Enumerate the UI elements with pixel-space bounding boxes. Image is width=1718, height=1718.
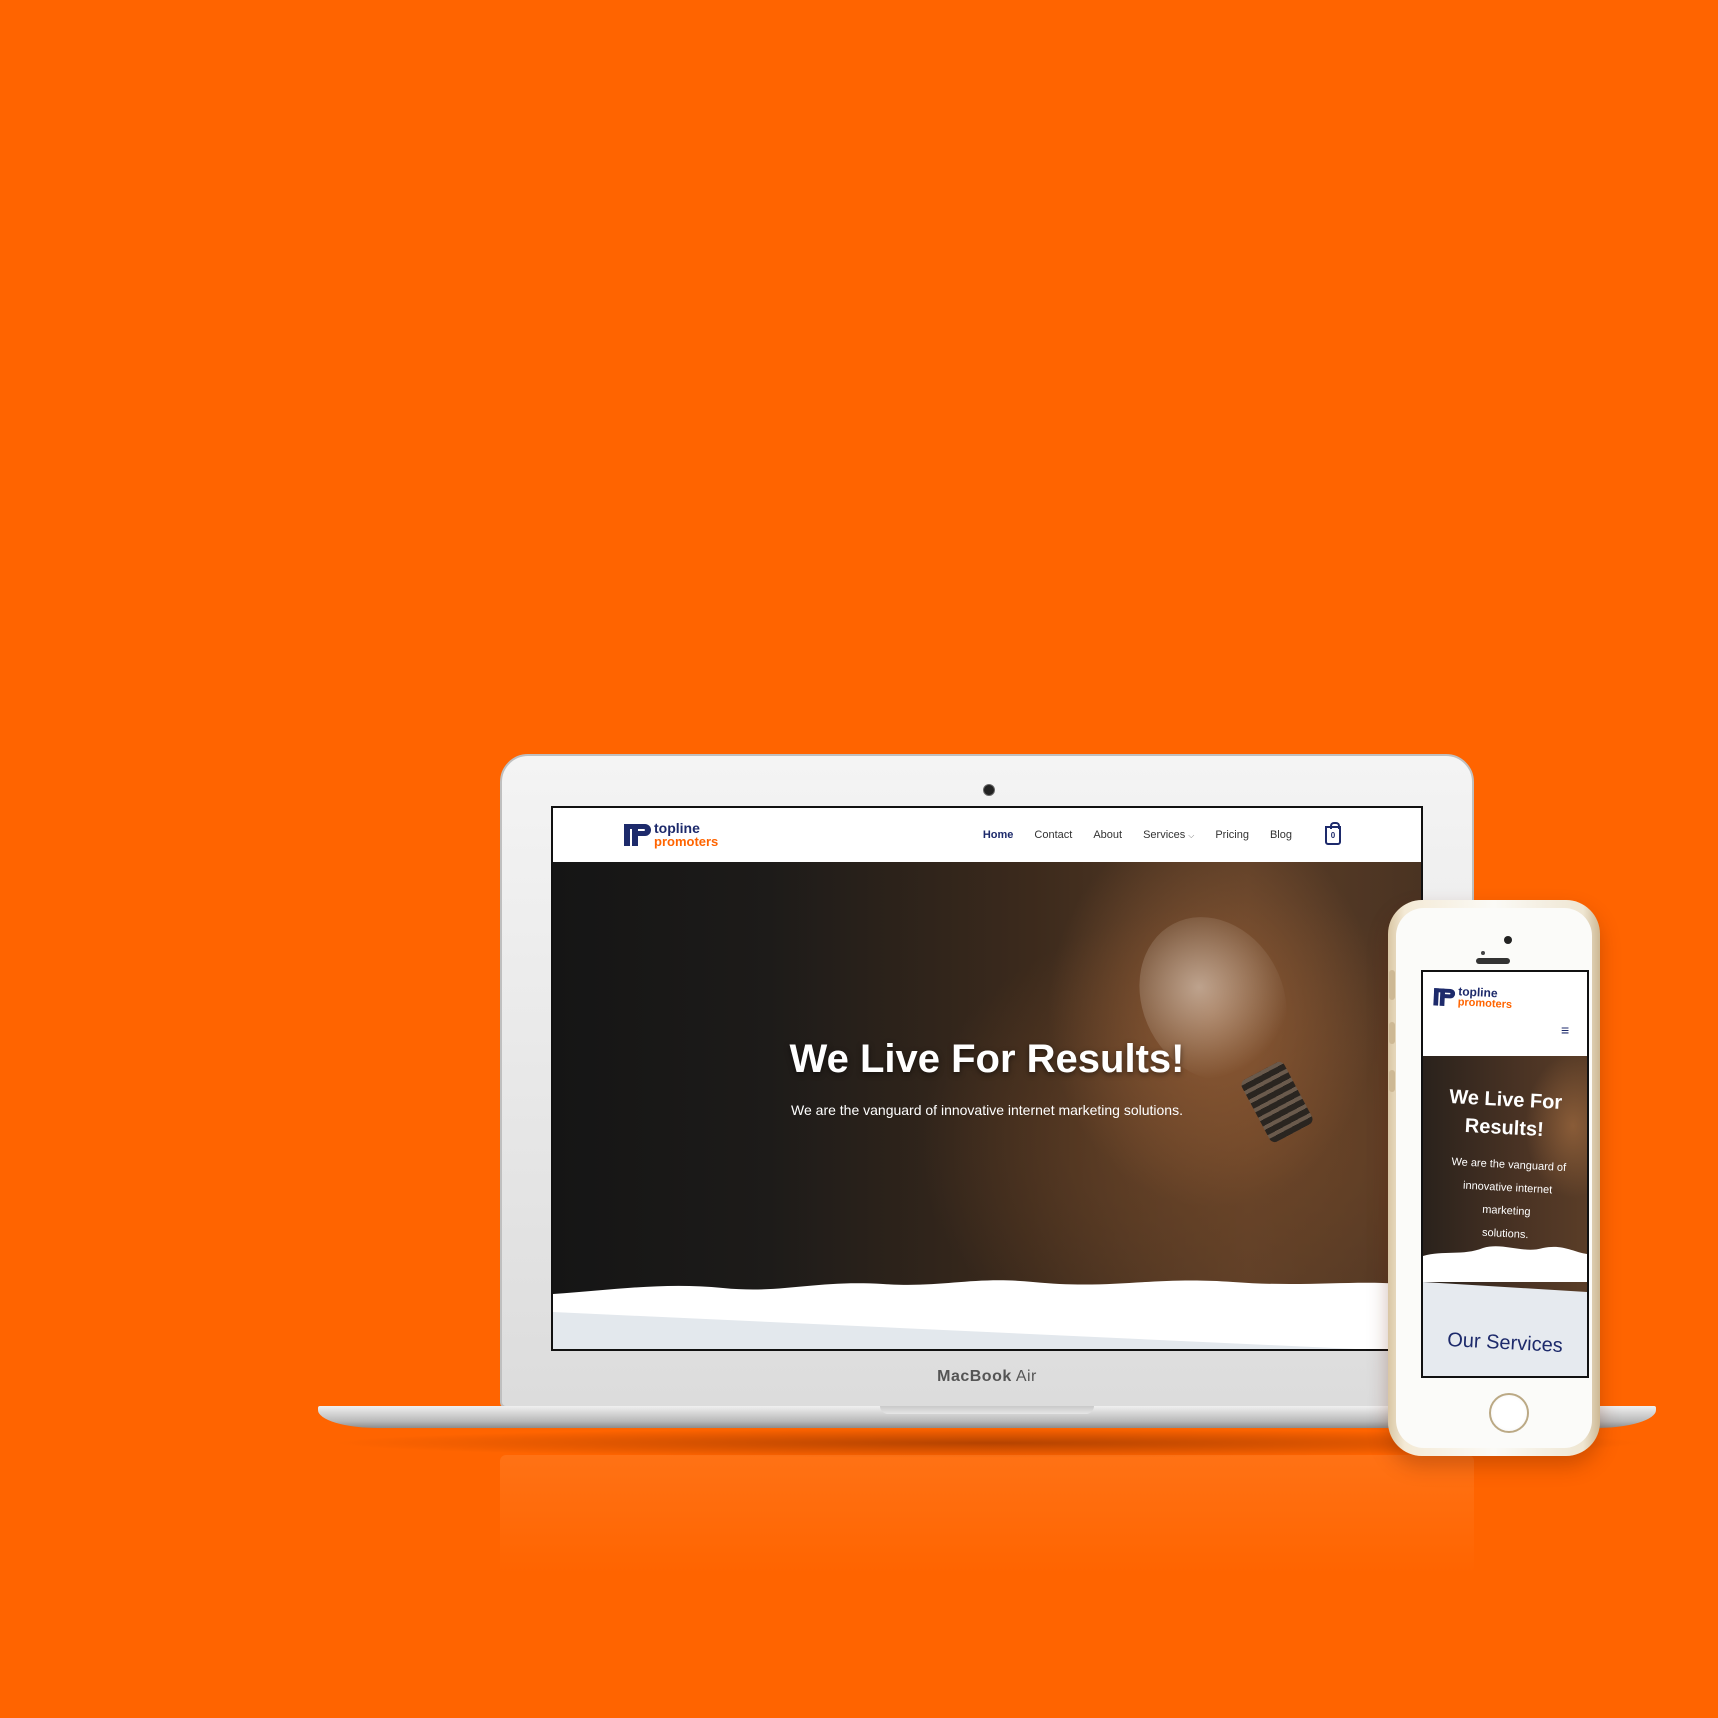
laptop-base-notch (880, 1406, 1094, 1414)
laptop-brand-light: Air (1011, 1368, 1037, 1385)
nav-about[interactable]: About (1093, 829, 1122, 841)
phone-volume-up-button (1389, 1022, 1395, 1044)
logo-mark-icon (623, 820, 651, 848)
phone-home-button (1489, 1393, 1529, 1433)
laptop-reflection (500, 1455, 1474, 1575)
phone-volume-down-button (1389, 1070, 1395, 1092)
nav-blog[interactable]: Blog (1270, 829, 1292, 841)
phone-sensor (1481, 951, 1485, 955)
mobile-header: topline promoters ≡ (1423, 972, 1587, 1056)
mobile-hero-sub-line2: innovative internet marketing (1462, 1179, 1553, 1219)
nav-services-label: Services (1143, 829, 1186, 841)
logo-line2: promoters (654, 833, 719, 849)
laptop-camera (983, 784, 995, 796)
site-header: topline promoters Home Contact About Ser… (553, 808, 1421, 862)
laptop-brand-label: MacBook Air (500, 1368, 1474, 1386)
main-nav: Home Contact About Services ⌵ Pricing Blo… (983, 808, 1341, 862)
hero-subtitle: We are the vanguard of innovative intern… (791, 1102, 1183, 1118)
mobile-logo-mark-icon (1432, 984, 1456, 1007)
mobile-hero-title: We Live For Results! (1423, 1082, 1587, 1147)
laptop-brand-bold: MacBook (937, 1368, 1012, 1385)
cart-count: 0 (1330, 830, 1336, 840)
hero-section: We Live For Results! We are the vanguard… (553, 862, 1421, 1349)
nav-pricing[interactable]: Pricing (1215, 829, 1249, 841)
site-logo[interactable]: topline promoters (623, 820, 718, 848)
chevron-down-icon: ⌵ (1188, 831, 1195, 840)
phone-speaker (1476, 958, 1510, 964)
nav-services[interactable]: Services ⌵ (1143, 829, 1194, 841)
logo-line1: topline (654, 819, 700, 836)
hero-title: We Live For Results! (789, 1037, 1185, 1081)
phone-mute-switch (1389, 970, 1395, 1000)
mobile-logo-line2: promoters (1457, 996, 1513, 1012)
cart-icon[interactable]: 0 (1325, 821, 1341, 845)
hero-wave-divider (553, 1280, 1421, 1349)
phone-screen: topline promoters ≡ We Live For Results!… (1421, 970, 1589, 1378)
hamburger-icon[interactable]: ≡ (1561, 1022, 1569, 1038)
mobile-hero-subtitle: We are the vanguard of innovative intern… (1435, 1150, 1580, 1249)
nav-home[interactable]: Home (983, 829, 1014, 841)
nav-contact[interactable]: Contact (1034, 829, 1072, 841)
mobile-logo[interactable]: topline promoters (1432, 984, 1513, 1011)
laptop-screen: topline promoters Home Contact About Ser… (551, 806, 1423, 1351)
mobile-hero-wave-divider (1423, 1246, 1587, 1296)
phone-camera (1504, 936, 1512, 944)
